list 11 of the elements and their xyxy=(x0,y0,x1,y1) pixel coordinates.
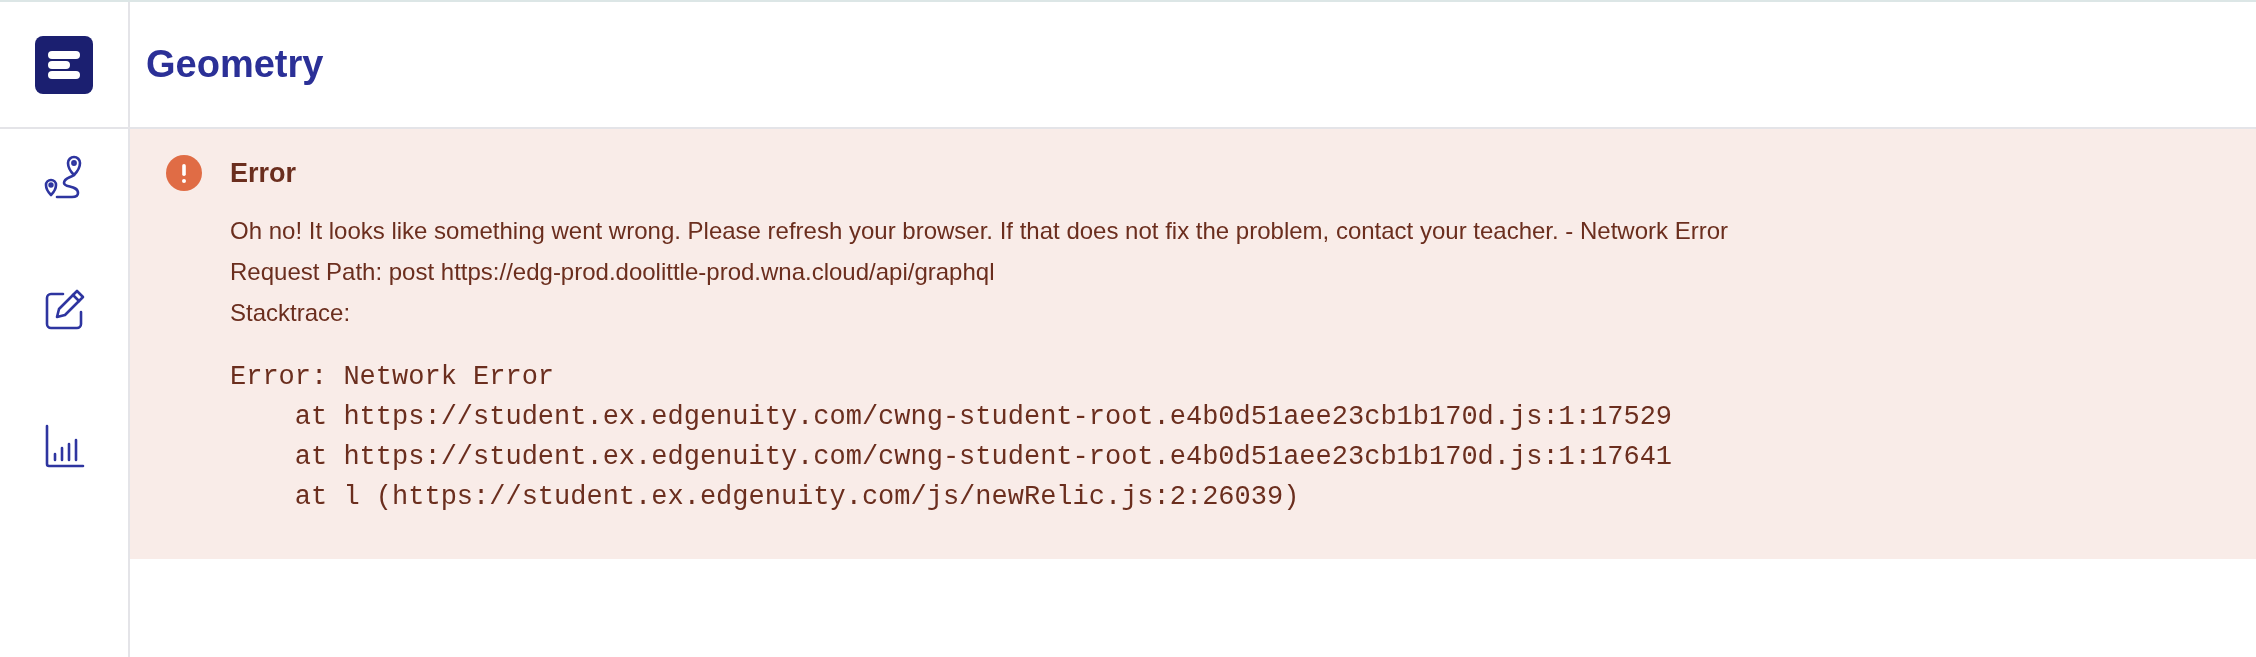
message-text: Stacktrace: xyxy=(230,298,352,328)
page-title: Geometry xyxy=(146,43,324,86)
stack-trace-line: at https://student.ex.edgenuity.com/cwng-student-root.e4b0d51aee23cb1b170d.js:1:17641 xyxy=(293,441,1674,474)
message-text: Oh no! It looks like something went wrong. Please refresh your browser. If that does not fix the problem, contact your teacher. - Network Error xyxy=(230,216,1730,246)
message-text: Request Path: post https://edg-prod.doolittle-prod.wna.cloud/api/graphql xyxy=(230,257,996,287)
stack-trace-line: Error: Network Error xyxy=(230,361,556,394)
stack-trace-line: at https://student.ex.edgenuity.com/cwng-student-root.e4b0d51aee23cb1b170d.js:1:17529 xyxy=(293,401,1674,434)
alert-title: Error xyxy=(230,157,297,189)
stack-trace-line: at l (https://student.ex.edgenuity.com/js/newRelic.js:2:26039) xyxy=(293,481,1301,514)
logo-icon[interactable] xyxy=(35,35,93,94)
alert-icon xyxy=(166,155,202,191)
